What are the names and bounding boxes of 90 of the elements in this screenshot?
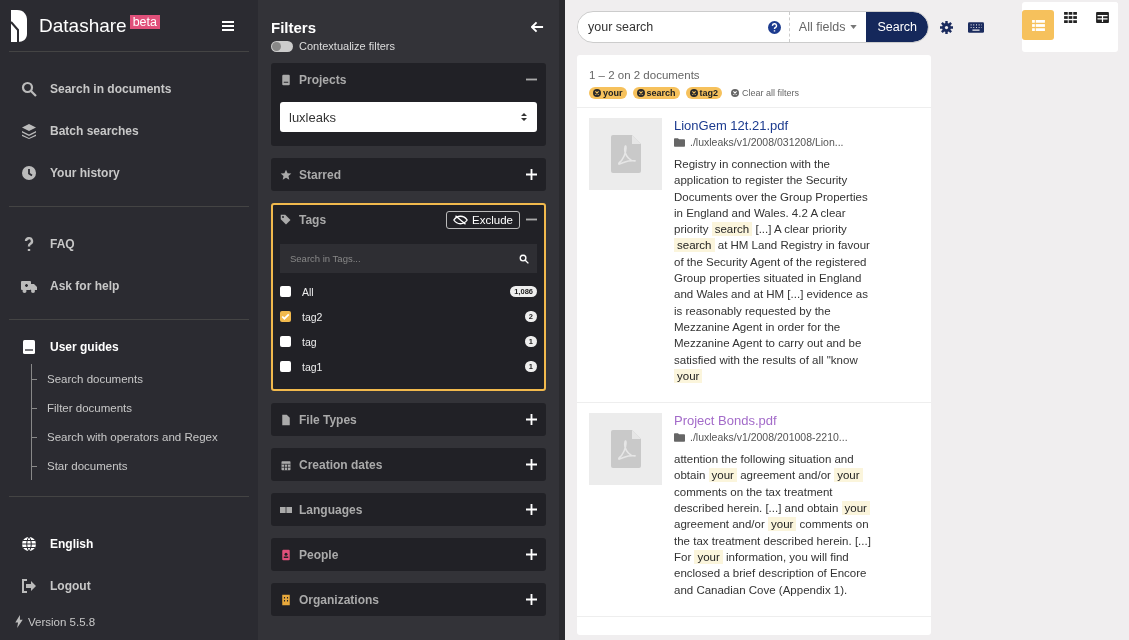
clear-filters-link[interactable]: Clear all filters <box>731 88 800 98</box>
layers-icon <box>21 123 37 139</box>
search-bar[interactable]: Search in Tags... <box>280 244 537 273</box>
close-icon <box>731 89 740 97</box>
menu-icon[interactable] <box>222 20 234 31</box>
document-title-link[interactable]: Project Bonds.pdf <box>674 413 874 429</box>
guide-link[interactable]: Filter documents <box>32 393 249 422</box>
results-summary: 1 – 2 on 2 documents <box>589 69 700 81</box>
filter-chip[interactable]: search <box>632 87 680 99</box>
globe-icon <box>21 536 37 552</box>
app-name: Datashare <box>39 14 127 37</box>
project-select[interactable]: luxleaks <box>280 102 537 132</box>
expand-icon[interactable] <box>526 549 537 560</box>
search-bar[interactable]: your search All fields Search <box>577 11 929 43</box>
search-icon[interactable] <box>519 253 529 264</box>
panel-title[interactable]: Languages <box>299 502 526 517</box>
star-icon <box>280 168 292 181</box>
filter-chip[interactable]: your <box>589 87 627 99</box>
exclude-button[interactable]: Exclude <box>446 210 520 229</box>
expand-icon[interactable] <box>526 504 537 515</box>
checkbox[interactable] <box>280 336 291 347</box>
beta-badge: beta <box>129 15 160 29</box>
logo-icon <box>9 9 29 42</box>
toggle-switch[interactable] <box>271 40 293 52</box>
filters-title: Filters <box>271 18 316 36</box>
expand-icon[interactable] <box>526 169 537 180</box>
guide-link[interactable]: Search documents <box>32 364 249 393</box>
pdf-file-icon <box>610 135 641 173</box>
nav-link[interactable]: Search in documents <box>9 68 249 110</box>
tag-label: All <box>302 285 315 298</box>
panel-title[interactable]: File Types <box>299 412 526 427</box>
search-field[interactable]: Search in Tags... <box>288 252 519 265</box>
panel-title[interactable]: Organizations <box>299 592 526 607</box>
close-icon <box>636 89 645 97</box>
guide-link[interactable]: Search with operators and Regex <box>32 422 249 451</box>
caret-icon <box>850 25 858 29</box>
book-icon <box>21 339 37 355</box>
nav-link[interactable]: Your history <box>9 152 249 194</box>
nav-link[interactable]: FAQ <box>9 223 249 265</box>
pdf-file-icon <box>610 430 641 469</box>
panel-title[interactable]: Starred <box>299 167 526 182</box>
nav-link[interactable]: Ask for help <box>9 265 249 307</box>
checkbox[interactable] <box>280 311 291 322</box>
bolt-icon <box>15 615 23 628</box>
close-icon <box>689 89 698 97</box>
folder-icon <box>674 137 685 147</box>
checkbox[interactable] <box>280 286 291 297</box>
search-icon <box>21 81 37 97</box>
sort-caret-icon <box>520 111 528 123</box>
expand-icon[interactable] <box>526 594 537 605</box>
version-text: Version 5.5.8 <box>28 615 96 628</box>
tag-label: tag1 <box>302 360 324 373</box>
logout-icon <box>21 578 37 594</box>
expand-icon[interactable] <box>526 459 537 470</box>
file-icon <box>280 413 292 426</box>
ambulance-icon <box>21 278 37 294</box>
panel-title[interactable]: People <box>299 547 526 562</box>
expand-icon[interactable] <box>526 414 537 425</box>
document-snippet: attention the following situation and obtain your agreement and/or your comments on the tax treatment described herein. [...] and obtain your agreement and/or your comments on the tax treatment described herein. [...] For your information, you will find enclosed a brief description of Encore and Canadian Cove (Appendix 1). <box>674 452 872 598</box>
id-badge-icon <box>280 548 292 561</box>
help-icon[interactable] <box>767 20 781 34</box>
document-path: ./luxleaks/v1/2008/201008-2210... <box>690 431 848 444</box>
guide-link[interactable]: Star documents <box>32 451 249 480</box>
checkbox[interactable] <box>280 361 291 372</box>
search-button[interactable]: Search <box>866 12 928 42</box>
folder-icon <box>674 432 685 442</box>
panel-title[interactable]: Tags <box>299 212 447 227</box>
panel-title[interactable]: Creation dates <box>299 457 526 472</box>
book-icon <box>280 73 292 86</box>
building-icon <box>280 593 292 606</box>
toggle-label: Contextualize filters <box>299 40 395 52</box>
keyboard-icon[interactable] <box>968 21 984 33</box>
language-link[interactable]: English <box>9 523 249 565</box>
close-icon <box>593 89 601 97</box>
back-arrow-icon[interactable] <box>531 21 544 33</box>
clock-icon <box>21 165 37 181</box>
tag-label: tag <box>302 335 318 348</box>
tag-icon <box>280 213 292 226</box>
document-title-link[interactable]: LionGem 12t.21.pdf <box>674 118 874 133</box>
document-path: ./luxleaks/v1/2008/031208/Lion... <box>690 136 844 148</box>
nav-link[interactable]: Batch searches <box>9 110 249 152</box>
tag-label: tag2 <box>302 310 324 323</box>
document-snippet: Registry in connection with the application to register the Security Documents over the Group Properties in England and Wales. 4.2 A clear priority search [...] A clear priority search at HM Land Registry in favour of the Security Agent of the registered Group properties situated in England and Wales and at HM [...] evidence as is reasonably requested by the Mezzanine Agent in order for the Mezzanine Agent to carry out and be satisfied with the results of all "know your <box>674 157 871 385</box>
filter-chip[interactable]: tag2 <box>685 87 723 99</box>
calendar-icon <box>280 458 292 471</box>
panel-title[interactable]: Projects <box>299 72 526 87</box>
eye-slash-icon <box>453 214 469 225</box>
settings-icon[interactable] <box>940 20 953 34</box>
logout-link[interactable]: Logout <box>9 565 249 607</box>
nav-link[interactable]: User guides <box>9 330 249 364</box>
